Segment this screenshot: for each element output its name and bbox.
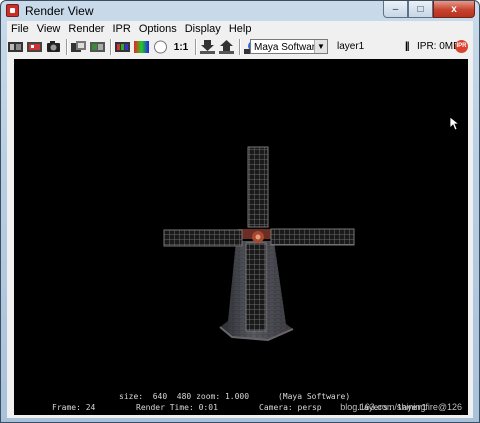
menu-render[interactable]: Render [64,23,108,35]
ipr-badge-icon[interactable]: IPR [455,40,468,53]
render-layer-label[interactable]: layer1 [337,41,364,52]
toolbar: 1:1 Maya Software ▼ layer1 || IPR: 0MB I… [7,37,473,57]
window-client-area: File View Render IPR Options Display Hel… [7,21,473,418]
renderer-value: Maya Software [254,42,321,53]
real-size-button[interactable]: 1:1 [171,39,191,56]
menu-display[interactable]: Display [181,23,225,35]
watermark-text: blog.163.com/shiningfire@126 [340,402,462,412]
minimize-button[interactable]: – [383,1,408,18]
toolbar-separator [66,39,68,55]
menu-view[interactable]: View [33,23,65,35]
camera-info: Camera: persp [259,403,322,412]
menu-options[interactable]: Options [135,23,181,35]
render-time-info: Render Time: 0:01 [136,403,218,412]
menu-help[interactable]: Help [225,23,256,35]
alpha-channel-icon[interactable] [152,39,169,56]
toolbar-separator [110,39,112,55]
render-size-info: size: 640 480 zoom: 1.000 (Maya Software… [119,392,351,401]
title-bar[interactable]: Render View – □ x [1,1,479,21]
refresh-ipr-icon[interactable] [89,39,106,56]
render-diagnostics-icon[interactable] [114,39,131,56]
menu-bar: File View Render IPR Options Display Hel… [7,21,473,37]
mouse-cursor-icon [450,117,460,131]
render-view-window: Render View – □ x File View Render IPR O… [0,0,480,423]
close-button[interactable]: x [433,1,475,18]
snapshot-icon[interactable] [45,39,62,56]
ipr-render-icon[interactable] [70,39,87,56]
ipr-memory-label: IPR: 0MB [417,41,460,52]
pause-ipr-button[interactable]: || [405,41,410,52]
redo-render-icon[interactable] [7,39,24,56]
windmill-render-image [163,146,355,342]
window-title: Render View [25,4,94,18]
window-controls: – □ x [383,1,475,19]
renderer-dropdown[interactable]: Maya Software ▼ [250,39,328,54]
menu-file[interactable]: File [7,23,33,35]
render-viewport[interactable]: size: 640 480 zoom: 1.000 (Maya Software… [14,59,468,415]
maximize-button[interactable]: □ [408,1,433,18]
remove-image-icon[interactable] [218,39,235,56]
frame-info: Frame: 24 [52,403,96,412]
toolbar-separator [239,39,241,55]
chevron-down-icon: ▼ [314,40,327,53]
menu-ipr[interactable]: IPR [108,23,134,35]
keep-image-icon[interactable] [199,39,216,56]
maya-app-icon [6,4,19,17]
toolbar-separator [195,39,197,55]
color-channels-icon[interactable] [133,39,150,56]
render-region-icon[interactable] [26,39,43,56]
